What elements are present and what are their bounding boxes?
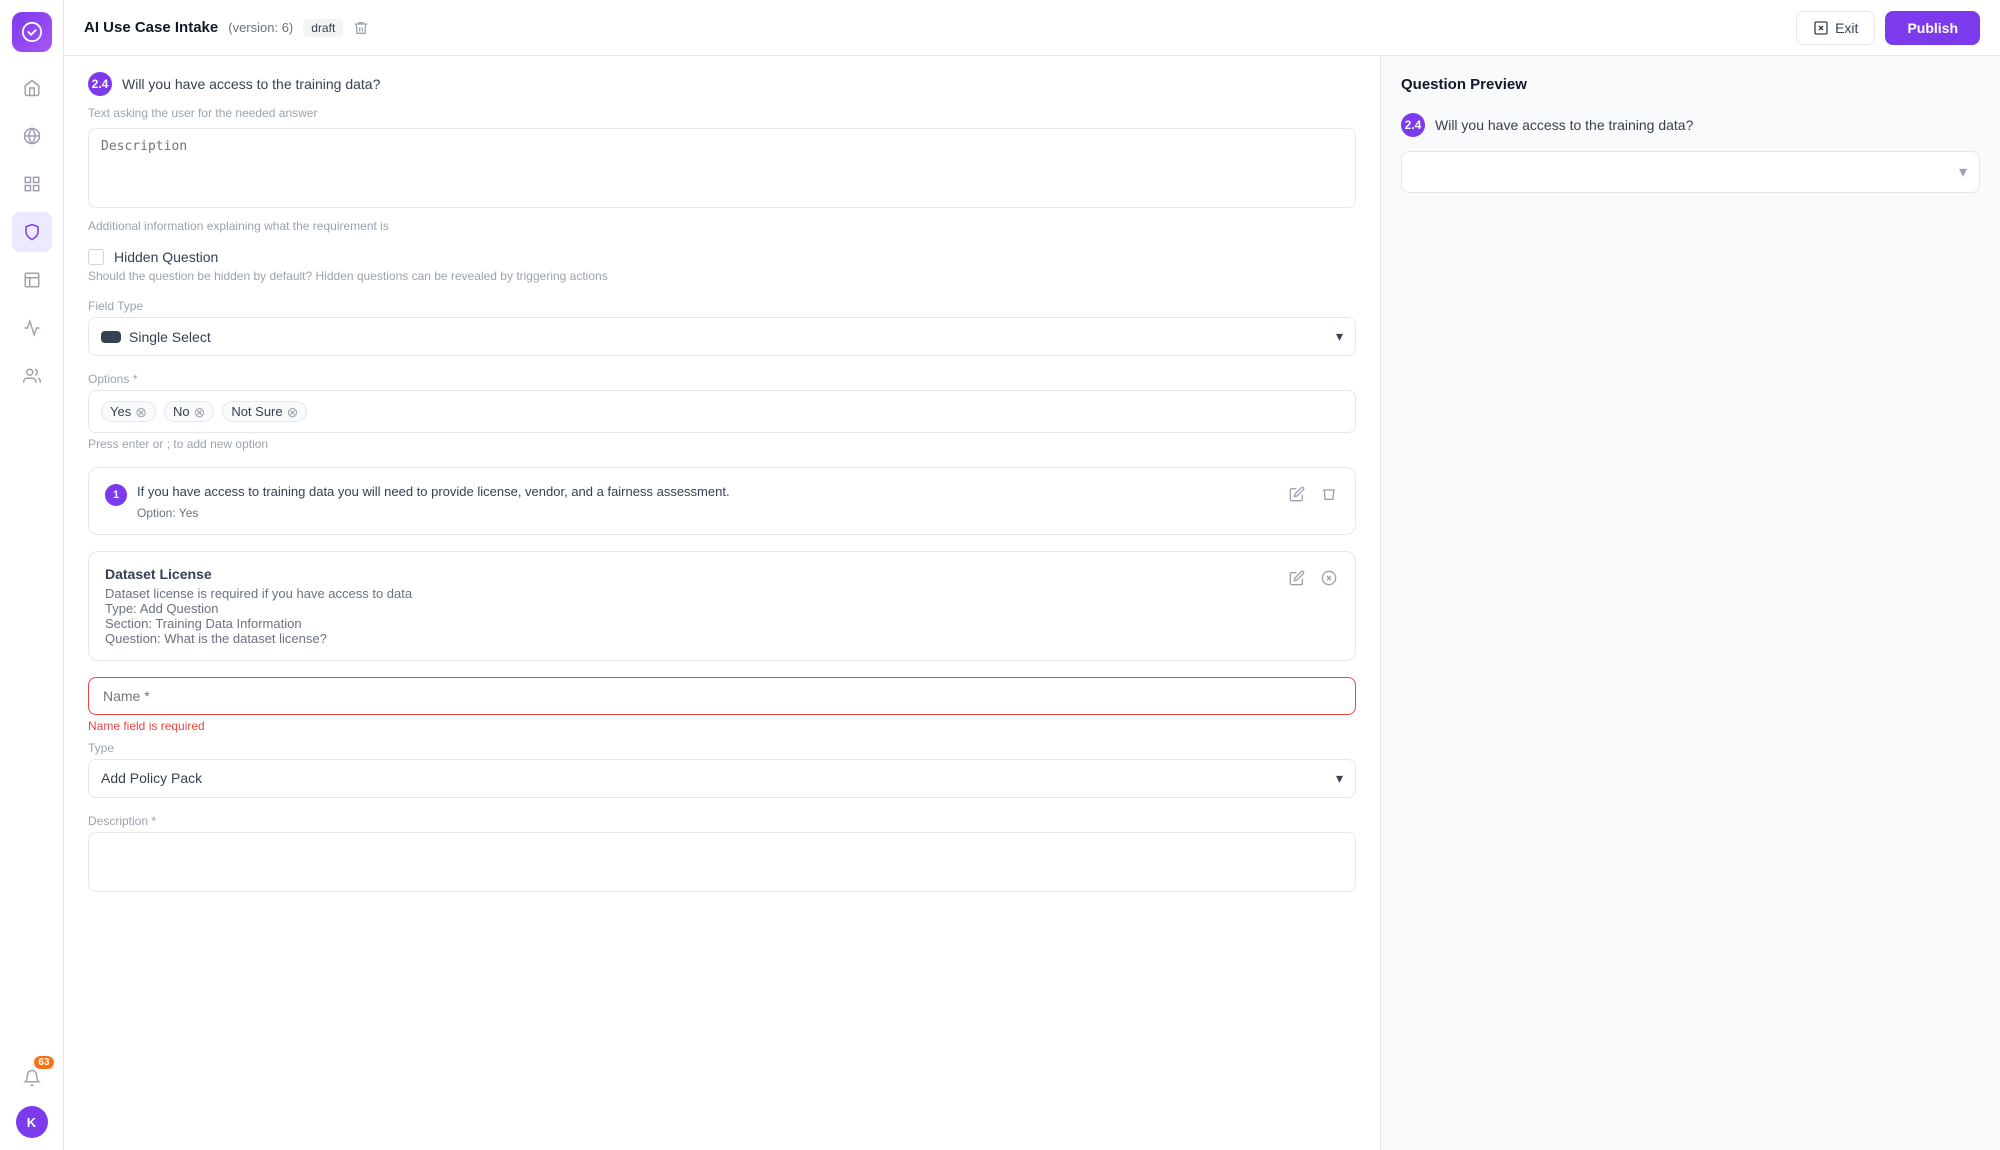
- exit-button[interactable]: Exit: [1796, 11, 1875, 45]
- description-textarea[interactable]: [88, 128, 1356, 208]
- action-text: If you have access to training data you …: [137, 482, 730, 502]
- action-content: If you have access to training data you …: [137, 482, 730, 520]
- dataset-card-desc: Dataset license is required if you have …: [105, 586, 1339, 601]
- additional-hint: Additional information explaining what t…: [88, 219, 1356, 233]
- option-no: No ⊗: [164, 401, 214, 422]
- type-value: Add Policy Pack: [101, 770, 202, 786]
- main-wrapper: AI Use Case Intake (version: 6) draft Ex…: [64, 0, 2000, 1150]
- preview-dropdown[interactable]: ▾: [1401, 151, 1980, 193]
- name-field-wrapper: Name field is required: [88, 677, 1356, 733]
- options-label: Options *: [88, 372, 1356, 386]
- edit-action-button[interactable]: [1285, 482, 1309, 506]
- sidebar-item-activity[interactable]: [12, 308, 52, 348]
- sidebar-item-layout[interactable]: [12, 260, 52, 300]
- notification-count: 63: [34, 1056, 53, 1069]
- avatar[interactable]: K: [16, 1106, 48, 1138]
- type-group: Type Add Policy Pack ▾: [88, 741, 1356, 798]
- sidebar-item-users[interactable]: [12, 356, 52, 396]
- dataset-card-type: Type: Add Question: [105, 601, 1339, 616]
- option-yes: Yes ⊗: [101, 401, 156, 422]
- hidden-question-label: Hidden Question: [114, 249, 218, 265]
- question-header-row: 2.4 Will you have access to the training…: [88, 56, 1356, 102]
- description2-textarea[interactable]: [88, 832, 1356, 892]
- content-area: 2.4 Will you have access to the training…: [64, 56, 2000, 1150]
- preview-chevron-icon: ▾: [1959, 162, 1967, 182]
- app-logo[interactable]: [12, 12, 52, 52]
- type-label: Type: [88, 741, 1356, 755]
- dataset-card-question: Question: What is the dataset license?: [105, 631, 1339, 646]
- preview-question-text: Will you have access to the training dat…: [1435, 117, 1693, 133]
- sidebar-item-home[interactable]: [12, 68, 52, 108]
- option-yes-remove[interactable]: ⊗: [135, 405, 147, 419]
- sidebar-item-globe[interactable]: [12, 116, 52, 156]
- dataset-license-card: Dataset License Dataset license is requi…: [88, 551, 1356, 661]
- sidebar-bottom: 63 K: [12, 1058, 52, 1138]
- options-box[interactable]: Yes ⊗ No ⊗ Not Sure ⊗: [88, 390, 1356, 433]
- option-not-sure-remove[interactable]: ⊗: [287, 405, 299, 419]
- topbar-right: Exit Publish: [1796, 11, 1980, 45]
- app-title: AI Use Case Intake: [84, 19, 218, 36]
- option-yes-label: Yes: [110, 404, 131, 419]
- select-pill-icon: [101, 331, 121, 343]
- field-type-select[interactable]: Single Select ▾: [88, 317, 1356, 356]
- answer-hint: Text asking the user for the needed answ…: [88, 106, 1356, 120]
- option-not-sure: Not Sure ⊗: [222, 401, 307, 422]
- preview-question-row: 2.4 Will you have access to the training…: [1401, 113, 1980, 137]
- form-panel: 2.4 Will you have access to the training…: [64, 56, 1380, 1150]
- field-type-inner: Single Select: [101, 329, 211, 345]
- options-group: Options * Yes ⊗ No ⊗ Not Sure ⊗ Pres: [88, 372, 1356, 451]
- name-error: Name field is required: [88, 719, 1356, 733]
- options-hint: Press enter or ; to add new option: [88, 437, 1356, 451]
- action-card: 1 If you have access to training data yo…: [88, 467, 1356, 535]
- description2-label: Description *: [88, 814, 1356, 828]
- type-chevron-icon: ▾: [1336, 770, 1343, 787]
- field-type-label: Field Type: [88, 299, 1356, 313]
- preview-panel: Question Preview 2.4 Will you have acces…: [1380, 56, 2000, 1150]
- edit-dataset-button[interactable]: [1285, 566, 1309, 590]
- option-not-sure-label: Not Sure: [231, 404, 282, 419]
- sidebar-item-grid[interactable]: [12, 164, 52, 204]
- notifications-icon[interactable]: 63: [12, 1058, 52, 1098]
- type-select[interactable]: Add Policy Pack ▾: [88, 759, 1356, 798]
- topbar: AI Use Case Intake (version: 6) draft Ex…: [64, 0, 2000, 56]
- description2-wrapper: Description *: [88, 814, 1356, 897]
- name-input[interactable]: [88, 677, 1356, 715]
- field-type-group: Field Type Single Select ▾: [88, 299, 1356, 356]
- action-card-header: 1 If you have access to training data yo…: [105, 482, 1339, 520]
- sidebar: 63 K: [0, 0, 64, 1150]
- action-icons: [1285, 482, 1341, 506]
- hidden-question-row: Hidden Question: [88, 249, 1356, 265]
- hidden-question-checkbox[interactable]: [88, 249, 104, 265]
- question-badge: 2.4: [88, 72, 112, 96]
- dataset-card-title: Dataset License: [105, 566, 1339, 582]
- chevron-down-icon: ▾: [1336, 328, 1343, 345]
- preview-title: Question Preview: [1401, 76, 1980, 93]
- delete-draft-button[interactable]: [353, 20, 369, 36]
- publish-button[interactable]: Publish: [1885, 11, 1980, 45]
- preview-question-badge: 2.4: [1401, 113, 1425, 137]
- action-number: 1: [105, 484, 127, 506]
- remove-dataset-button[interactable]: [1317, 566, 1341, 590]
- delete-action-button[interactable]: [1317, 482, 1341, 506]
- exit-label: Exit: [1835, 20, 1858, 36]
- hidden-question-desc: Should the question be hidden by default…: [88, 269, 1356, 283]
- dataset-card-section: Section: Training Data Information: [105, 616, 1339, 631]
- draft-badge: draft: [303, 19, 343, 37]
- option-no-remove[interactable]: ⊗: [194, 405, 206, 419]
- sidebar-item-shield[interactable]: [12, 212, 52, 252]
- dataset-icons: [1285, 566, 1341, 590]
- field-type-value: Single Select: [129, 329, 211, 345]
- app-version: (version: 6): [228, 20, 293, 35]
- action-option: Option: Yes: [137, 506, 730, 520]
- question-text: Will you have access to the training dat…: [122, 76, 380, 92]
- option-no-label: No: [173, 404, 190, 419]
